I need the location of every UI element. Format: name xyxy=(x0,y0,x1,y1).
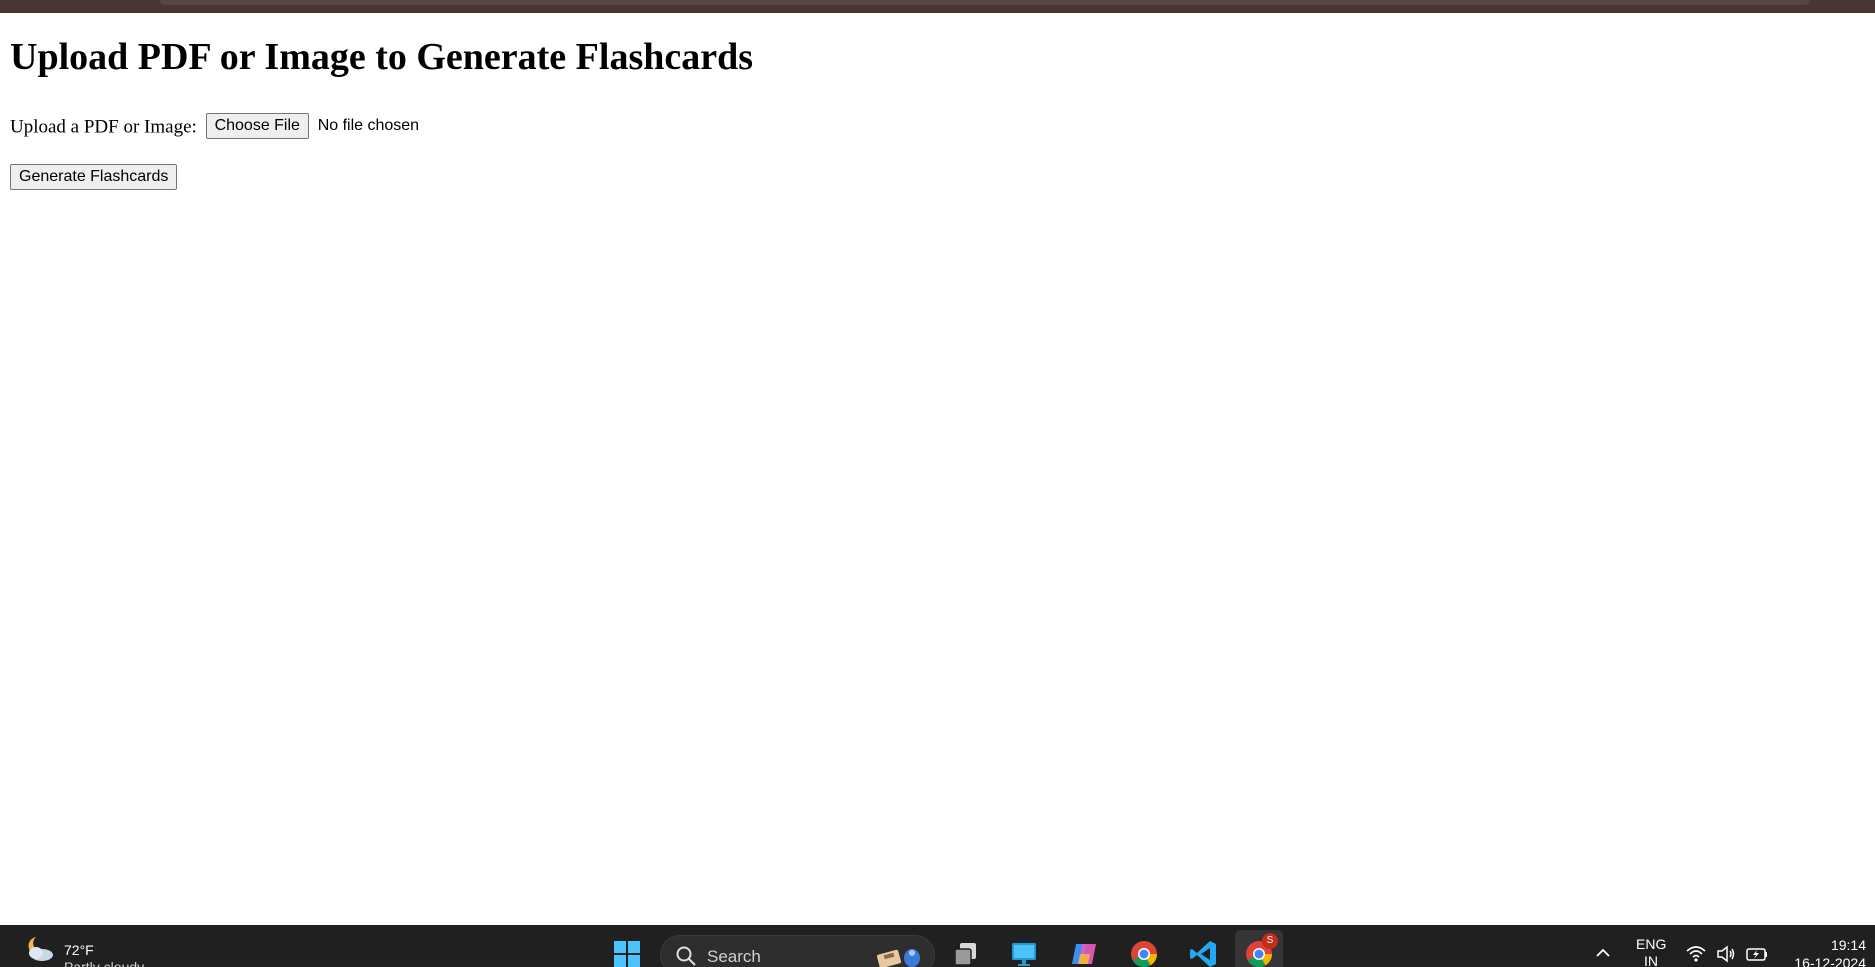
chrome-profile-button[interactable]: S xyxy=(1235,930,1283,967)
chevron-up-icon[interactable] xyxy=(1592,942,1614,964)
profile-badge: S xyxy=(1262,933,1278,949)
clock-time: 19:14 xyxy=(1830,937,1866,953)
monitor-icon[interactable] xyxy=(1008,938,1040,967)
weather-condition: Partly cloudy xyxy=(64,959,145,967)
weather-temperature: 72°F xyxy=(64,942,94,958)
clock-date: 16-12-2024 xyxy=(1794,955,1866,967)
generate-flashcards-button[interactable]: Generate Flashcards xyxy=(10,164,178,190)
windows-logo-icon[interactable] xyxy=(611,938,643,967)
language-indicator[interactable]: ENG IN xyxy=(1636,936,1666,967)
choose-file-button[interactable]: Choose File xyxy=(205,113,309,139)
language-region: IN xyxy=(1644,953,1658,967)
taskbar: 72°F Partly cloudy Search S ENG IN 19:14… xyxy=(0,925,1875,967)
battery-charging-icon[interactable] xyxy=(1745,943,1769,965)
browser-top-strip xyxy=(0,0,1875,13)
volume-icon[interactable] xyxy=(1715,943,1737,965)
search-icon xyxy=(676,946,696,966)
upload-label: Upload a PDF or Image: xyxy=(10,116,197,138)
search-highlight-icon xyxy=(877,949,920,967)
upload-row: Upload a PDF or Image: Choose File No fi… xyxy=(10,113,420,141)
file-status-text: No file chosen xyxy=(317,117,420,134)
search-label: Search xyxy=(707,947,761,966)
task-view-icon[interactable] xyxy=(950,938,982,967)
taskbar-search-box[interactable]: Search xyxy=(660,935,935,967)
system-clock[interactable]: 19:14 16-12-2024 xyxy=(1794,936,1866,967)
copilot-icon[interactable] xyxy=(1068,938,1100,967)
language-code: ENG xyxy=(1636,936,1667,952)
partly-cloudy-night-icon xyxy=(28,937,53,961)
wifi-icon[interactable] xyxy=(1685,943,1707,965)
page-content: Upload PDF or Image to Generate Flashcar… xyxy=(0,13,1875,925)
page-title: Upload PDF or Image to Generate Flashcar… xyxy=(10,36,754,78)
chrome-icon[interactable] xyxy=(1128,938,1160,967)
vscode-icon[interactable] xyxy=(1188,938,1220,967)
browser-tab-strip xyxy=(160,0,1810,5)
